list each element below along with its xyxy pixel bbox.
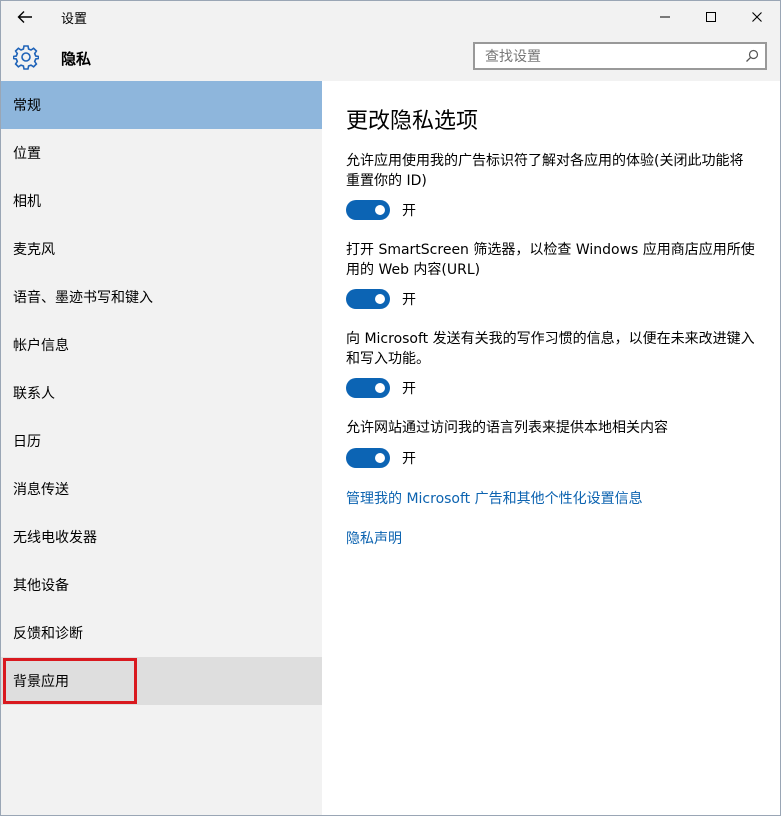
sidebar-item-label: 常规	[13, 98, 41, 114]
main-content: 更改隐私选项 允许应用使用我的广告标识符了解对各应用的体验(关闭此功能将重置你的…	[322, 81, 780, 815]
sidebar-item-speech-inking-typing[interactable]: 语音、墨迹书写和键入	[1, 273, 322, 321]
toggle-knob	[375, 294, 385, 304]
sidebar-item-label: 无线电收发器	[13, 530, 97, 546]
writing-info-toggle[interactable]	[346, 378, 390, 398]
writing-info-toggle-row: 开	[346, 378, 416, 398]
sidebar-item-label: 帐户信息	[13, 338, 69, 354]
minimize-button[interactable]	[642, 1, 688, 33]
sidebar-item-account-info[interactable]: 帐户信息	[1, 321, 322, 369]
sidebar-item-label: 位置	[13, 146, 41, 162]
sidebar-item-label: 联系人	[13, 386, 55, 402]
page-title: 隐私	[61, 50, 92, 68]
manage-ads-link[interactable]: 管理我的 Microsoft 广告和其他个性化设置信息	[346, 488, 643, 508]
toggle-state-label: 开	[402, 292, 416, 308]
advertising-id-toggle[interactable]	[346, 200, 390, 220]
sidebar-item-location[interactable]: 位置	[1, 129, 322, 177]
sidebar-item-messaging[interactable]: 消息传送	[1, 465, 322, 513]
toggle-state-label: 开	[402, 203, 416, 219]
toggle-state-label: 开	[402, 381, 416, 397]
close-icon	[752, 12, 762, 22]
writing-info-description: 向 Microsoft 发送有关我的写作习惯的信息，以便在未来改进键入和写入功能…	[346, 331, 755, 367]
maximize-icon	[706, 12, 716, 22]
window-title: 设置	[61, 12, 88, 27]
search-icon[interactable]	[745, 49, 759, 63]
sidebar-item-other-devices[interactable]: 其他设备	[1, 561, 322, 609]
smartscreen-toggle-row: 开	[346, 289, 416, 309]
sidebar-item-label: 相机	[13, 194, 41, 210]
highlight-annotation-box	[3, 658, 137, 704]
sidebar-item-label: 麦克风	[13, 242, 55, 258]
sidebar: 常规 位置 相机 麦克风 语音、墨迹书写和键入 帐户信息 联系人 日历 消息传送…	[1, 81, 322, 815]
sidebar-item-label: 反馈和诊断	[13, 626, 83, 642]
sidebar-item-label: 语音、墨迹书写和键入	[13, 290, 153, 306]
language-list-toggle[interactable]	[346, 448, 390, 468]
toggle-knob	[375, 453, 385, 463]
toggle-knob	[375, 383, 385, 393]
close-button[interactable]	[734, 1, 780, 33]
search-box[interactable]	[473, 42, 767, 70]
language-list-toggle-row: 开	[346, 448, 416, 468]
section-title: 更改隐私选项	[346, 109, 479, 134]
sidebar-item-calendar[interactable]: 日历	[1, 417, 322, 465]
settings-window: 设置 隐私 常规 位置 相机 麦克风	[0, 0, 781, 816]
back-button[interactable]	[11, 5, 39, 29]
sidebar-item-camera[interactable]: 相机	[1, 177, 322, 225]
language-list-description: 允许网站通过访问我的语言列表来提供本地相关内容	[346, 420, 668, 436]
search-input[interactable]	[483, 47, 742, 67]
sidebar-item-label: 日历	[13, 434, 41, 450]
sidebar-item-contacts[interactable]: 联系人	[1, 369, 322, 417]
sidebar-item-label: 消息传送	[13, 482, 69, 498]
back-arrow-icon	[17, 11, 32, 23]
smartscreen-toggle[interactable]	[346, 289, 390, 309]
gear-icon	[13, 45, 39, 70]
page-header: 隐私	[1, 33, 780, 81]
sidebar-item-general[interactable]: 常规	[1, 81, 322, 129]
advertising-id-toggle-row: 开	[346, 200, 416, 220]
sidebar-item-label: 其他设备	[13, 578, 69, 594]
smartscreen-description: 打开 SmartScreen 筛选器，以检查 Windows 应用商店应用所使用…	[346, 242, 755, 278]
privacy-statement-link[interactable]: 隐私声明	[346, 528, 402, 548]
advertising-id-description: 允许应用使用我的广告标识符了解对各应用的体验(关闭此功能将重置你的 ID)	[346, 153, 744, 189]
toggle-state-label: 开	[402, 451, 416, 467]
minimize-icon	[660, 16, 670, 18]
sidebar-item-feedback-diagnostics[interactable]: 反馈和诊断	[1, 609, 322, 657]
toggle-knob	[375, 205, 385, 215]
title-bar: 设置	[1, 1, 780, 33]
sidebar-item-microphone[interactable]: 麦克风	[1, 225, 322, 273]
maximize-button[interactable]	[688, 1, 734, 33]
sidebar-item-radios[interactable]: 无线电收发器	[1, 513, 322, 561]
